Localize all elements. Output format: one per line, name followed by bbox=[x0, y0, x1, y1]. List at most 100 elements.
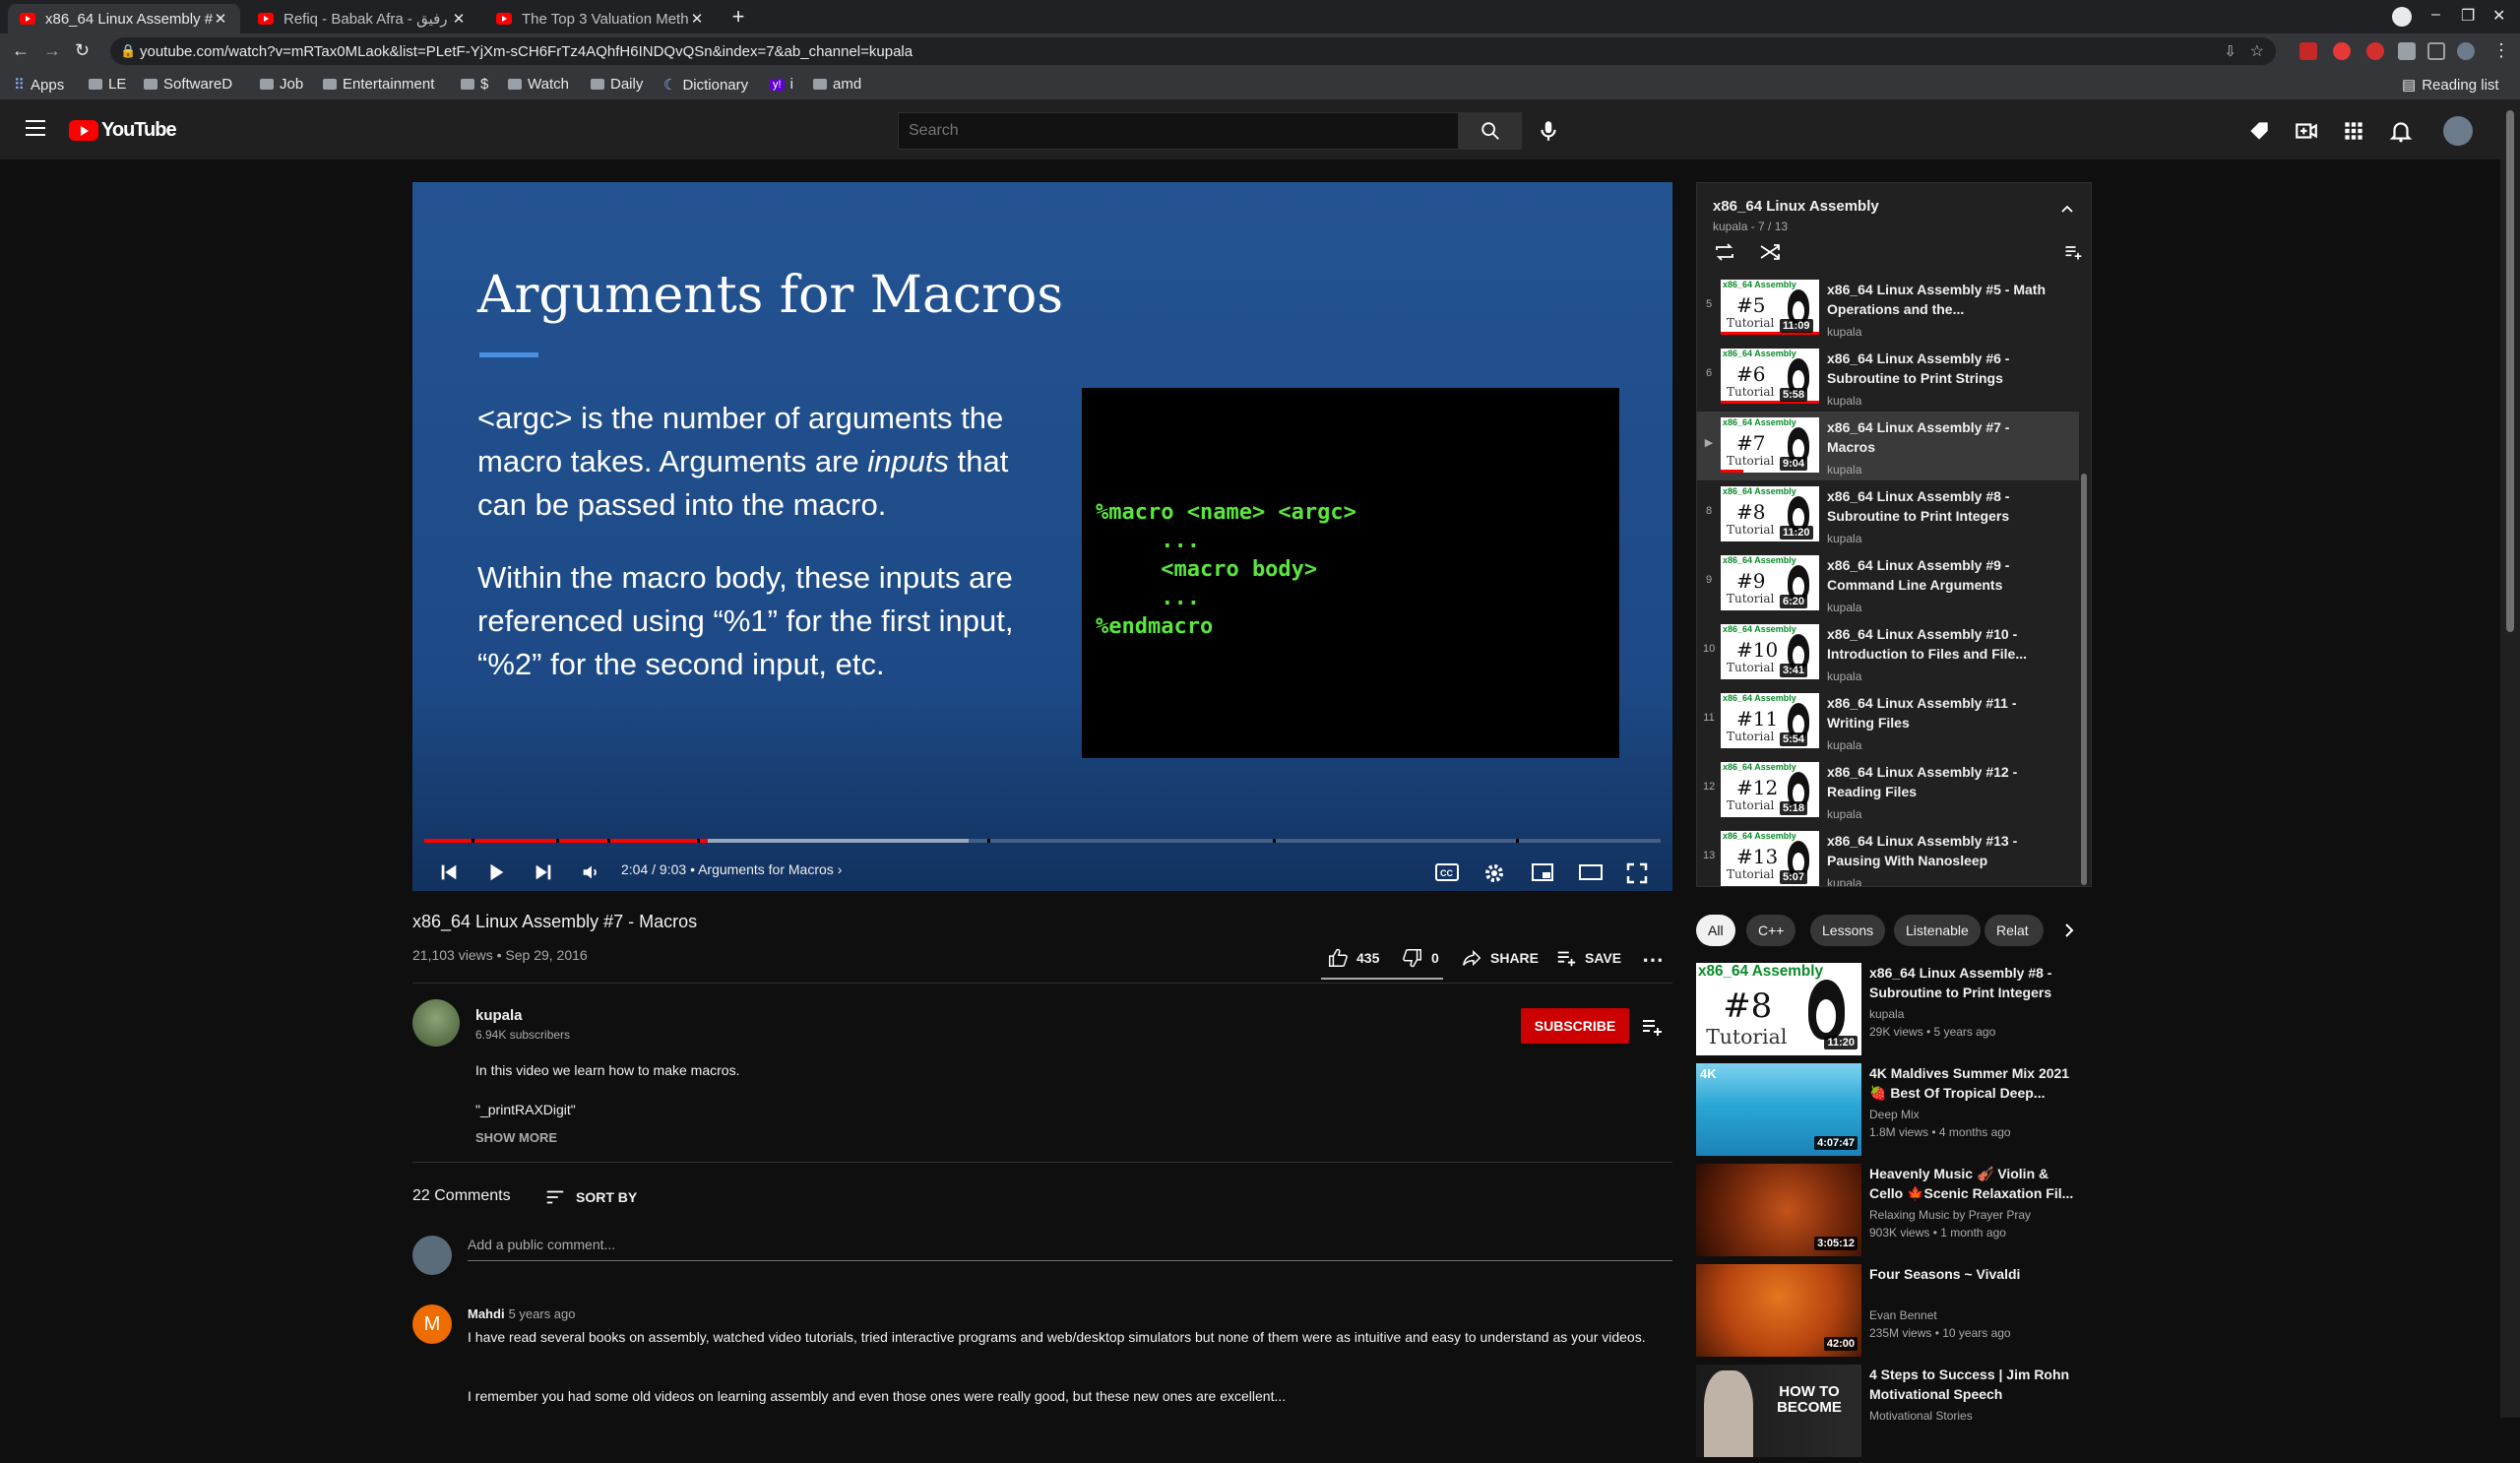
chip-0[interactable]: All bbox=[1696, 915, 1735, 946]
recommendation-item[interactable]: x86_64 Assembly #8 Tutorial 11:20 x86_64 Lin… bbox=[1696, 963, 2110, 1061]
playlist-item-title[interactable]: x86_64 Linux Assembly #11 - Writing File… bbox=[1827, 693, 2053, 732]
maximize-icon[interactable]: ❐ bbox=[2461, 6, 2475, 26]
chip-3[interactable]: Listenable bbox=[1894, 915, 1981, 946]
chapter-title[interactable]: • Arguments for Macros bbox=[690, 861, 834, 877]
playlist-title[interactable]: x86_64 Linux Assembly bbox=[1713, 198, 1879, 215]
settings-gear-icon[interactable] bbox=[1482, 861, 1506, 885]
playlist-item-title[interactable]: x86_64 Linux Assembly #7 - Macros bbox=[1827, 417, 2053, 457]
bookmark-star-icon[interactable]: ☆ bbox=[2250, 41, 2264, 61]
playlist-item-channel[interactable]: kupala bbox=[1827, 463, 1861, 477]
recommendation-channel[interactable]: Deep Mix bbox=[1869, 1108, 1920, 1121]
chevron-right-icon[interactable]: › bbox=[838, 861, 843, 877]
playlist-item[interactable]: 11 x86_64 Assembly #11 Tutorial 5:54 x86_64 L… bbox=[1697, 687, 2079, 756]
video-thumbnail[interactable]: HOW TO BECOME bbox=[1696, 1365, 1861, 1457]
page-scrollbar-thumb[interactable] bbox=[2506, 110, 2514, 632]
youtube-logo[interactable]: YouTube bbox=[69, 119, 177, 142]
search-button[interactable] bbox=[1459, 112, 1522, 150]
recommendation-item[interactable]: 42:00 Four Seasons ~ Vivaldi Evan Bennet 23… bbox=[1696, 1264, 2110, 1363]
create-video-icon[interactable] bbox=[2294, 118, 2319, 144]
browser-tab-active[interactable]: x86_64 Linux Assembly #7 - Macros ✕ bbox=[8, 4, 240, 33]
chip-1[interactable]: C++ bbox=[1746, 915, 1796, 946]
channel-name[interactable]: kupala bbox=[475, 1007, 523, 1024]
bookmark-folder[interactable]: SoftwareD bbox=[144, 76, 232, 93]
close-window-icon[interactable]: ✕ bbox=[2492, 6, 2505, 26]
close-tab-icon[interactable]: ✕ bbox=[213, 10, 228, 28]
playlist-item-title[interactable]: x86_64 Linux Assembly #12 - Reading File… bbox=[1827, 762, 2053, 801]
forward-icon[interactable]: → bbox=[43, 40, 61, 61]
chevron-right-icon[interactable] bbox=[2059, 921, 2079, 940]
dislike-button[interactable]: 0 bbox=[1402, 947, 1439, 969]
bookmark-dictionary[interactable]: ☾ Dictionary bbox=[663, 76, 748, 95]
comment-time[interactable]: 5 years ago bbox=[509, 1306, 576, 1321]
playlist-scrollbar[interactable] bbox=[2081, 474, 2087, 885]
playlist-item-channel[interactable]: kupala bbox=[1827, 807, 1861, 821]
new-tab-button[interactable]: + bbox=[726, 6, 750, 30]
reading-list-button[interactable]: ▤ Reading list bbox=[2402, 76, 2499, 95]
recommendation-item[interactable]: HOW TO BECOME 4 Steps to Success | Jim Ro… bbox=[1696, 1365, 2110, 1463]
notifications-bell-icon[interactable] bbox=[2388, 118, 2414, 144]
captions-icon[interactable]: CC bbox=[1434, 861, 1460, 883]
chip-2[interactable]: Lessons bbox=[1810, 915, 1886, 946]
minimize-icon[interactable]: – bbox=[2431, 6, 2440, 24]
theater-mode-icon[interactable] bbox=[1578, 861, 1604, 883]
chrome-menu-icon[interactable]: ⋮ bbox=[2492, 40, 2510, 61]
miniplayer-icon[interactable] bbox=[1531, 861, 1554, 883]
playlist-item-channel[interactable]: kupala bbox=[1827, 325, 1861, 339]
playlist-item-title[interactable]: x86_64 Linux Assembly #8 - Subroutine to… bbox=[1827, 486, 2053, 526]
recommendation-channel[interactable]: Evan Bennet bbox=[1869, 1308, 1937, 1322]
playlist-item-title[interactable]: x86_64 Linux Assembly #9 - Command Line … bbox=[1827, 555, 2053, 595]
add-to-queue-icon[interactable] bbox=[1640, 1015, 1664, 1039]
playlist-menu-icon[interactable] bbox=[2063, 242, 2083, 262]
playlist-item-title[interactable]: x86_64 Linux Assembly #5 - Math Operatio… bbox=[1827, 280, 2053, 319]
bookmark-yahoo[interactable]: y! i bbox=[770, 76, 793, 93]
extension-icon[interactable] bbox=[2333, 42, 2351, 60]
progress-bar[interactable] bbox=[424, 839, 1661, 843]
recommendation-title[interactable]: 4 Steps to Success | Jim Rohn Motivation… bbox=[1869, 1365, 2076, 1404]
share-button[interactable]: SHARE bbox=[1461, 947, 1539, 969]
bookmark-folder[interactable]: Job bbox=[260, 76, 303, 93]
previous-icon[interactable] bbox=[438, 861, 460, 883]
bookmark-folder[interactable]: Entertainment bbox=[323, 76, 434, 93]
add-comment-input[interactable]: Add a public comment... bbox=[468, 1237, 1672, 1261]
url-bar[interactable]: 🔒 youtube.com/watch?v=mRTax0MLaok&list=P… bbox=[110, 37, 2276, 65]
more-actions-icon[interactable]: ⋯ bbox=[1642, 947, 1664, 973]
recommendation-title[interactable]: Four Seasons ~ Vivaldi bbox=[1869, 1264, 2076, 1284]
sort-by-button[interactable]: SORT BY bbox=[544, 1186, 637, 1208]
collapse-chevron-icon[interactable] bbox=[2059, 201, 2075, 217]
account-avatar[interactable] bbox=[2443, 116, 2473, 146]
playlist-item-channel[interactable]: kupala bbox=[1827, 532, 1861, 545]
back-icon[interactable]: ← bbox=[12, 40, 30, 61]
install-app-icon[interactable]: ⇩ bbox=[2224, 42, 2236, 60]
profile-avatar-icon[interactable] bbox=[2457, 42, 2475, 60]
menu-hamburger-icon[interactable] bbox=[26, 120, 45, 141]
browser-tab[interactable]: Refiq - Babak Afra - رفیق ✕ bbox=[246, 4, 478, 33]
recommendation-channel[interactable]: Relaxing Music by Prayer Pray bbox=[1869, 1208, 2031, 1222]
premium-tag-icon[interactable] bbox=[2246, 118, 2272, 144]
playlist-item[interactable]: 9 x86_64 Assembly #9 Tutorial 6:20 x86_64 Lin… bbox=[1697, 549, 2079, 618]
playlist-item-title[interactable]: x86_64 Linux Assembly #10 - Introduction… bbox=[1827, 624, 2053, 664]
playlist-item-channel[interactable]: kupala bbox=[1827, 669, 1861, 683]
search-box[interactable] bbox=[898, 112, 1459, 150]
media-control-icon[interactable] bbox=[2427, 42, 2445, 60]
commenter-avatar[interactable]: M bbox=[412, 1304, 452, 1344]
playlist-item[interactable]: 10 x86_64 Assembly #10 Tutorial 3:41 x86_64 L… bbox=[1697, 618, 2079, 687]
bookmark-folder[interactable]: amd bbox=[813, 76, 861, 93]
recommendation-title[interactable]: x86_64 Linux Assembly #8 - Subroutine to… bbox=[1869, 963, 2076, 1002]
playlist-item[interactable]: 12 x86_64 Assembly #12 Tutorial 5:18 x86_64 L… bbox=[1697, 756, 2079, 825]
playlist-item[interactable]: 6 x86_64 Assembly #6 Tutorial 5:58 x86_64 Lin… bbox=[1697, 343, 2079, 412]
recommendation-title[interactable]: 4K Maldives Summer Mix 2021 🍓 Best Of Tr… bbox=[1869, 1063, 2076, 1103]
search-input[interactable] bbox=[899, 113, 1458, 149]
playlist-item[interactable]: 8 x86_64 Assembly #8 Tutorial 11:20 x86_64 Li… bbox=[1697, 480, 2079, 549]
bookmark-folder[interactable]: LE bbox=[89, 76, 126, 93]
microphone-icon[interactable] bbox=[1536, 118, 1561, 144]
bookmark-apps[interactable]: ⠿ Apps bbox=[14, 76, 64, 95]
bookmark-folder[interactable]: Daily bbox=[591, 76, 643, 93]
playlist-item-channel[interactable]: kupala bbox=[1827, 601, 1861, 614]
save-button[interactable]: SAVE bbox=[1555, 947, 1621, 969]
recommendation-item[interactable]: 4K 4:07:47 4K Maldives Summer Mix 2021 🍓 B… bbox=[1696, 1063, 2110, 1162]
playlist-item[interactable]: ▶ x86_64 Assembly #7 Tutorial 9:04 x86_64 Lin… bbox=[1697, 412, 2079, 480]
play-icon[interactable] bbox=[485, 861, 507, 883]
reload-icon[interactable]: ↻ bbox=[75, 40, 90, 61]
subscribe-button[interactable]: SUBSCRIBE bbox=[1521, 1008, 1629, 1044]
like-button[interactable]: 435 bbox=[1327, 947, 1379, 969]
